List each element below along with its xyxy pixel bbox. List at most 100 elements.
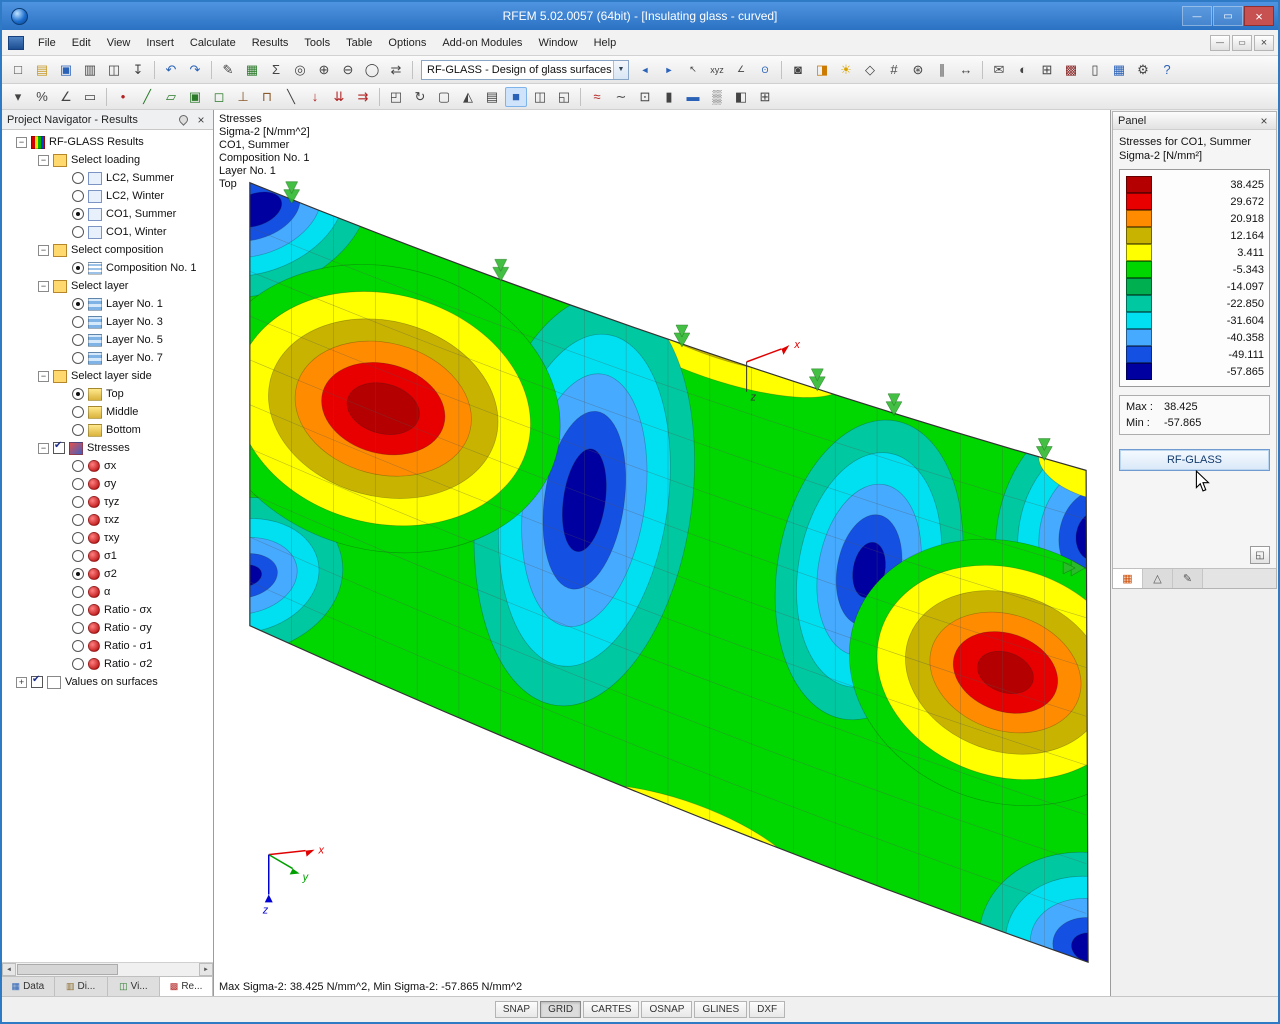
navigator-tab[interactable]: ▦ Data <box>2 977 55 996</box>
maximize-button[interactable] <box>1213 6 1243 26</box>
tree-item[interactable]: Layer No. 5 <box>2 331 213 349</box>
forward-icon[interactable]: ► <box>658 60 680 80</box>
pointer-icon[interactable]: ↖ <box>682 60 704 80</box>
back-icon[interactable]: ◄ <box>634 60 656 80</box>
line-support-icon[interactable]: ⊓ <box>256 87 278 107</box>
tree-control[interactable] <box>72 190 84 202</box>
tree-item[interactable]: LC2, Summer <box>2 169 213 187</box>
child-close-button[interactable] <box>1254 35 1274 51</box>
tree-control[interactable] <box>72 658 84 670</box>
solid-icon[interactable]: ▣ <box>184 87 206 107</box>
navigator-hscrollbar[interactable] <box>2 962 213 976</box>
member-icon[interactable]: ╲ <box>280 87 302 107</box>
tree-control[interactable] <box>72 298 84 310</box>
background-icon[interactable]: ▒ <box>706 87 728 107</box>
status-toggle[interactable]: CARTES <box>583 1001 639 1018</box>
percent-icon[interactable]: % <box>31 87 53 107</box>
settings-icon[interactable]: ⚙ <box>1132 60 1154 80</box>
menu-item[interactable]: Insert <box>138 32 182 54</box>
tree-control[interactable] <box>72 550 84 562</box>
panel-toggle-icon[interactable]: ▮ <box>658 87 680 107</box>
menu-item[interactable]: Window <box>530 32 585 54</box>
export-icon[interactable]: ↧ <box>127 60 149 80</box>
minimize-button[interactable] <box>1182 6 1212 26</box>
tree-control[interactable] <box>72 226 84 238</box>
tree-item[interactable]: σx <box>2 457 213 475</box>
tree-item[interactable]: Select loading <box>2 151 213 169</box>
tree-control[interactable] <box>72 262 84 274</box>
expand-toggle[interactable] <box>38 155 49 166</box>
stress-contour-plot[interactable]: x z x y z <box>214 110 1110 996</box>
menu-item[interactable]: Tools <box>296 32 338 54</box>
tree-item[interactable]: Composition No. 1 <box>2 259 213 277</box>
tree-item[interactable]: RF-GLASS Results <box>2 133 213 151</box>
surface-load-icon[interactable]: ⇉ <box>352 87 374 107</box>
tree-control[interactable] <box>72 388 84 400</box>
expand-toggle[interactable] <box>38 443 49 454</box>
snap-icon[interactable]: ⊛ <box>907 60 929 80</box>
navigator-tab[interactable]: ▥ Di... <box>55 977 108 996</box>
menu-item[interactable]: Edit <box>64 32 99 54</box>
nodal-support-icon[interactable]: ⊥ <box>232 87 254 107</box>
light-icon[interactable]: ☀ <box>835 60 857 80</box>
transparent-icon[interactable]: ◫ <box>529 87 551 107</box>
rotate-view-icon[interactable]: ↻ <box>409 87 431 107</box>
tree-item[interactable]: τyz <box>2 493 213 511</box>
pan-icon[interactable]: ⇄ <box>385 60 407 80</box>
guidelines-icon[interactable]: ∥ <box>931 60 953 80</box>
partial-view-icon[interactable]: ◧ <box>730 87 752 107</box>
tree-item[interactable]: α <box>2 583 213 601</box>
rf-glass-button[interactable]: RF-GLASS <box>1119 449 1270 471</box>
tree-control[interactable] <box>72 352 84 364</box>
tree-item[interactable]: CO1, Summer <box>2 205 213 223</box>
tables-icon[interactable]: ▦ <box>241 60 263 80</box>
tree-item[interactable]: Ratio - σ1 <box>2 637 213 655</box>
menu-item[interactable]: Results <box>244 32 297 54</box>
navigator-tab[interactable]: ◫ Vi... <box>108 977 161 996</box>
pin-icon[interactable] <box>177 113 190 126</box>
tree-item[interactable]: Ratio - σx <box>2 601 213 619</box>
tree-item[interactable]: τxy <box>2 529 213 547</box>
render-mode-icon[interactable]: ◨ <box>811 60 833 80</box>
isometric-view-icon[interactable]: ◭ <box>457 87 479 107</box>
tree-item[interactable]: Middle <box>2 403 213 421</box>
model-viewport[interactable]: x z x y z Stresses <box>214 110 1110 996</box>
tree-control[interactable] <box>72 568 84 580</box>
ruler-icon[interactable]: ▭ <box>79 87 101 107</box>
show-values-icon[interactable]: ⊡ <box>634 87 656 107</box>
calculate-icon[interactable]: Σ <box>265 60 287 80</box>
tree-item[interactable]: Stresses <box>2 439 213 457</box>
tree-control[interactable] <box>72 622 84 634</box>
tree-control[interactable] <box>72 334 84 346</box>
tree-control[interactable] <box>72 586 84 598</box>
help-icon[interactable]: ? <box>1156 60 1178 80</box>
tree-control[interactable] <box>72 208 84 220</box>
close-button[interactable] <box>1244 6 1274 26</box>
edit-icon[interactable]: ✎ <box>217 60 239 80</box>
search-icon[interactable]: ◎ <box>289 60 311 80</box>
print-icon[interactable]: ▥ <box>79 60 101 80</box>
angle-icon[interactable]: ∠ <box>55 87 77 107</box>
grid-icon[interactable]: # <box>883 60 905 80</box>
layout-icon[interactable]: ⊞ <box>754 87 776 107</box>
tree-control[interactable] <box>72 640 84 652</box>
nodal-load-icon[interactable]: ↓ <box>304 87 326 107</box>
tree-item[interactable]: CO1, Winter <box>2 223 213 241</box>
scroll-left-icon[interactable] <box>2 963 16 976</box>
tree-control[interactable] <box>72 406 84 418</box>
new-file-icon[interactable]: □ <box>7 60 29 80</box>
status-toggle[interactable]: GRID <box>540 1001 581 1018</box>
tree-control[interactable] <box>72 532 84 544</box>
wireframe-icon[interactable]: ▤ <box>481 87 503 107</box>
expand-toggle[interactable] <box>38 245 49 256</box>
redo-icon[interactable]: ↷ <box>184 60 206 80</box>
tree-item[interactable]: Select layer side <box>2 367 213 385</box>
tree-item[interactable]: Bottom <box>2 421 213 439</box>
menu-item[interactable]: Help <box>586 32 625 54</box>
tree-control[interactable] <box>53 442 65 454</box>
tree-item[interactable]: Layer No. 7 <box>2 349 213 367</box>
tree-item[interactable]: Values on surfaces <box>2 673 213 691</box>
modules-icon[interactable]: ▩ <box>1060 60 1082 80</box>
status-toggle[interactable]: DXF <box>749 1001 785 1018</box>
tree-control[interactable] <box>72 514 84 526</box>
